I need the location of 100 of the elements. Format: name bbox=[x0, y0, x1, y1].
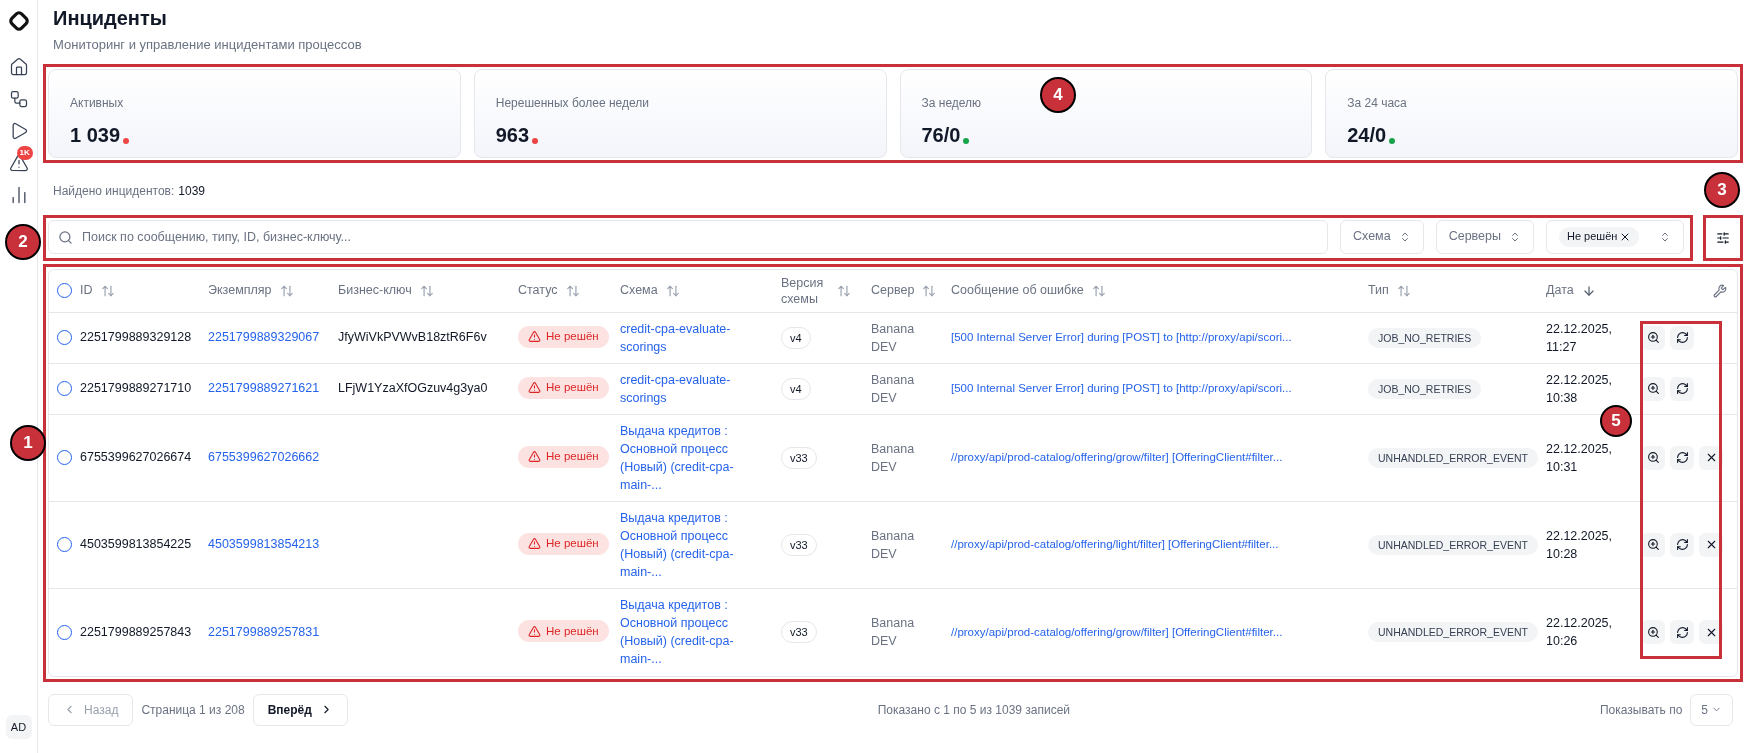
column-header[interactable]: Экземпляр bbox=[208, 281, 272, 300]
row-checkbox[interactable] bbox=[57, 450, 72, 465]
error-message-link[interactable]: //proxy/api/prod-catalog/offering/light/filter] [OfferingClient#filter... bbox=[951, 538, 1279, 551]
column-header[interactable]: ID bbox=[80, 281, 93, 300]
server-name: Banana DEV bbox=[871, 527, 916, 563]
warning-icon bbox=[528, 330, 541, 344]
date-text: 22.12.2025, 10:26 bbox=[1546, 615, 1614, 650]
status-filter[interactable]: Не решён bbox=[1546, 219, 1684, 254]
annotation-marker: 3 bbox=[1704, 172, 1740, 208]
incident-id: 2251799889257843 bbox=[80, 623, 192, 641]
stat-value: 963 bbox=[495, 122, 530, 148]
type-badge: JOB_NO_RETRIES bbox=[1368, 378, 1482, 399]
instance-link[interactable]: 2251799889257831 bbox=[208, 624, 320, 639]
view-button[interactable] bbox=[1641, 376, 1665, 401]
warning-icon bbox=[528, 537, 541, 551]
status-badge: Не решён bbox=[518, 325, 609, 348]
view-button[interactable] bbox=[1641, 532, 1665, 557]
row-checkbox[interactable] bbox=[57, 381, 72, 396]
status-badge: Не решён bbox=[518, 620, 609, 643]
search-field[interactable]: Поиск по сообщению, типу, ID, бизнес-ключу... bbox=[48, 219, 1329, 254]
schema-link[interactable]: Выдача кредитов : Основной процесс (Новый) (credit-cpa-main-... bbox=[620, 596, 775, 668]
view-button[interactable] bbox=[1641, 325, 1665, 350]
business-key: JfyWiVkPVWvB18ztR6F6v bbox=[338, 330, 487, 345]
type-badge: UNHANDLED_ERROR_EVENT bbox=[1368, 447, 1538, 468]
column-header[interactable]: Статус bbox=[518, 281, 558, 300]
stat-value: 76/0 bbox=[921, 122, 961, 148]
schema-link[interactable]: Выдача кредитов : Основной процесс (Новый) (credit-cpa-main-... bbox=[620, 421, 775, 494]
column-header[interactable]: Схема bbox=[620, 281, 658, 300]
wrench-icon[interactable] bbox=[1713, 283, 1727, 298]
stat-label: За 24 часа bbox=[1347, 95, 1407, 110]
error-message-link[interactable]: //proxy/api/prod-catalog/offering/grow/filter] [OfferingClient#filter... bbox=[951, 451, 1283, 464]
page-subtitle: Мониторинг и управление инцидентами процессов bbox=[53, 36, 363, 54]
column-header[interactable]: Тип bbox=[1368, 281, 1389, 300]
column-header[interactable]: Версия схемы bbox=[781, 274, 829, 307]
status-badge: Не решён bbox=[518, 376, 609, 399]
column-header[interactable]: Бизнес-ключ bbox=[338, 281, 412, 300]
records-summary: Показано с 1 по 5 из 1039 записей bbox=[877, 701, 1071, 719]
incident-id: 2251799889329128 bbox=[80, 329, 192, 347]
refresh-icon bbox=[1675, 625, 1689, 639]
retry-button[interactable] bbox=[1670, 325, 1694, 350]
instance-link[interactable]: 2251799889271621 bbox=[208, 381, 320, 396]
status-badge: Не решён bbox=[518, 445, 609, 468]
refresh-icon bbox=[1675, 382, 1689, 395]
error-message-link[interactable]: [500 Internal Server Error] during [POST] to [http://proxy/api/scori... bbox=[951, 382, 1292, 395]
retry-button[interactable] bbox=[1670, 620, 1694, 644]
retry-button[interactable] bbox=[1670, 532, 1694, 557]
error-message-link[interactable]: [500 Internal Server Error] during [POST] to [http://proxy/api/scori... bbox=[951, 331, 1292, 344]
column-header[interactable]: Сообщение об ошибке bbox=[951, 281, 1084, 300]
instance-link[interactable]: 6755399627026662 bbox=[208, 450, 320, 465]
business-key: LFjW1YzaXfOGzuv4g3ya0 bbox=[338, 381, 488, 396]
found-label: Найдено инцидентов: bbox=[53, 182, 175, 200]
stat-value: 1 039 bbox=[70, 122, 121, 148]
filter-chip[interactable]: Не решён bbox=[1559, 226, 1640, 247]
date-text: 22.12.2025, 10:38 bbox=[1546, 371, 1614, 407]
refresh-icon bbox=[1675, 331, 1689, 344]
filter-dropdown[interactable]: Серверы bbox=[1435, 219, 1534, 254]
filter-dropdown[interactable]: Схема bbox=[1340, 219, 1424, 254]
workflow-icon[interactable] bbox=[8, 89, 29, 109]
error-message-link[interactable]: //proxy/api/prod-catalog/offering/grow/filter] [OfferingClient#filter... bbox=[951, 625, 1283, 638]
stat-value: 24/0 bbox=[1347, 122, 1387, 148]
view-button[interactable] bbox=[1641, 445, 1665, 470]
zoom-icon bbox=[1646, 331, 1660, 344]
server-name: Banana DEV bbox=[871, 320, 916, 356]
zoom-icon bbox=[1646, 625, 1660, 639]
sort-descending-icon[interactable] bbox=[1581, 283, 1596, 298]
refresh-icon bbox=[1675, 538, 1689, 551]
column-header[interactable]: Дата bbox=[1546, 281, 1574, 300]
chevron-icon bbox=[1659, 230, 1671, 243]
page-size-select[interactable]: 5 bbox=[1690, 693, 1733, 726]
annotation-marker: 2 bbox=[5, 224, 41, 260]
user-avatar[interactable]: AD bbox=[5, 715, 32, 739]
row-checkbox[interactable] bbox=[57, 330, 72, 345]
found-count: 1039 bbox=[178, 182, 205, 200]
server-name: Banana DEV bbox=[871, 615, 916, 650]
page-size-label: Показывать по bbox=[1599, 701, 1683, 719]
annotation-marker: 1 bbox=[10, 425, 46, 461]
incident-id: 4503599813854225 bbox=[80, 536, 192, 554]
schema-link[interactable]: credit-cpa-evaluate-scorings bbox=[620, 319, 775, 356]
retry-button[interactable] bbox=[1670, 445, 1694, 470]
refresh-icon bbox=[1675, 451, 1689, 464]
next-button[interactable]: Вперёд bbox=[252, 693, 348, 726]
incident-id: 6755399627026674 bbox=[80, 449, 192, 467]
page-indicator: Страница 1 из 208 bbox=[141, 701, 245, 719]
view-button[interactable] bbox=[1641, 620, 1665, 644]
stat-label: Активных bbox=[70, 95, 124, 110]
notification-badge: 1K bbox=[16, 146, 33, 160]
instance-link[interactable]: 2251799889329067 bbox=[208, 330, 320, 345]
retry-button[interactable] bbox=[1670, 376, 1694, 401]
zoom-icon bbox=[1646, 538, 1660, 551]
schema-link[interactable]: Выдача кредитов : Основной процесс (Новый) (credit-cpa-main-... bbox=[620, 508, 775, 581]
logo-icon[interactable] bbox=[7, 10, 30, 32]
column-header[interactable]: Сервер bbox=[871, 281, 915, 300]
row-checkbox[interactable] bbox=[57, 283, 72, 298]
schema-link[interactable]: credit-cpa-evaluate-scorings bbox=[620, 370, 775, 407]
search-icon bbox=[58, 229, 73, 245]
row-checkbox[interactable] bbox=[57, 537, 72, 552]
zoom-icon bbox=[1646, 382, 1660, 395]
home-icon[interactable] bbox=[8, 57, 29, 77]
instance-link[interactable]: 4503599813854213 bbox=[208, 537, 320, 552]
row-checkbox[interactable] bbox=[57, 624, 72, 640]
